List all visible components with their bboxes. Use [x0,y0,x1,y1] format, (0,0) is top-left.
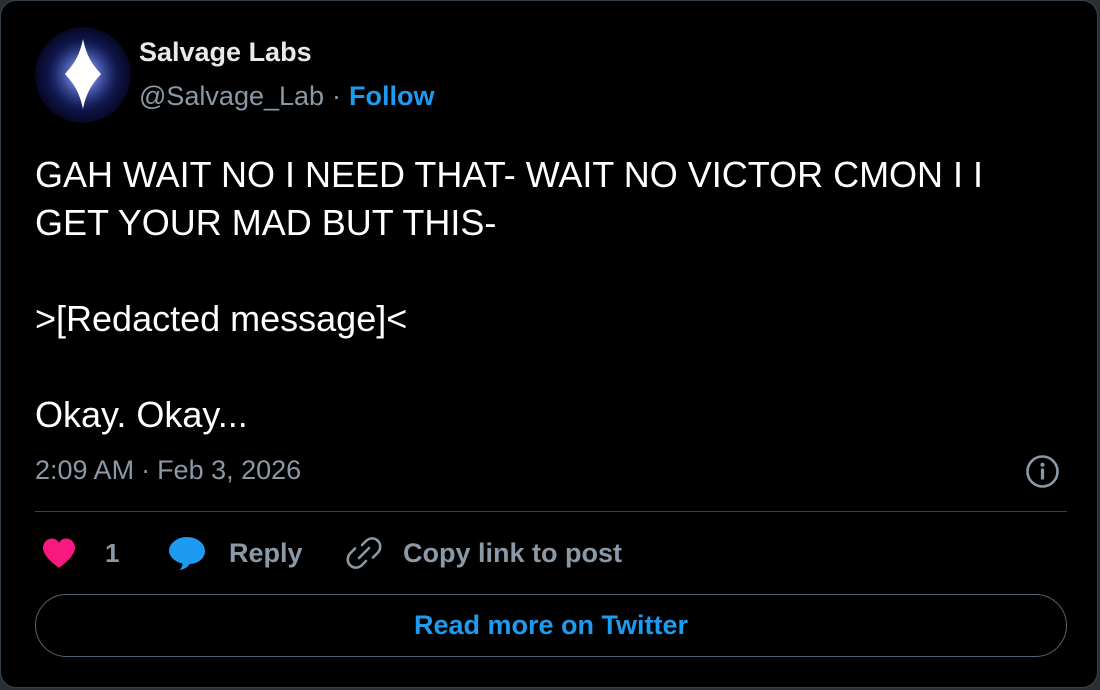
copy-link-label: Copy link to post [403,537,622,568]
tweet-line: GAH WAIT NO I NEED THAT- WAIT NO VICTOR … [35,154,984,243]
reply-label: Reply [229,537,303,568]
author-handle-row: @Salvage_Lab · Follow [139,81,435,112]
info-icon[interactable] [1025,454,1060,489]
link-icon [346,537,382,569]
read-more-button[interactable]: Read more on Twitter [35,594,1067,657]
like-button[interactable]: 1 [41,533,119,573]
author-name[interactable]: Salvage Labs [139,37,312,68]
like-count: 1 [105,537,120,568]
diamond-star-icon [35,27,131,123]
handle-separator: · [332,81,342,111]
divider [35,511,1067,512]
tweet-line: >[Redacted message]< [35,298,408,339]
tweet-embed-card: Salvage Labs @Salvage_Lab · Follow GAH W… [0,0,1098,688]
author-avatar[interactable] [35,27,131,123]
speech-bubble-icon [169,537,205,570]
tweet-line: Okay. Okay... [35,394,248,435]
tweet-date: Feb 3, 2026 [157,455,302,485]
tweet-time: 2:09 AM [35,455,135,485]
follow-button[interactable]: Follow [349,81,434,112]
tweet-timestamp[interactable]: 2:09 AM · Feb 3, 2026 [35,455,301,486]
copy-link-button[interactable]: Copy link to post [345,533,622,573]
reply-button[interactable]: Reply [167,533,303,573]
author-handle[interactable]: @Salvage_Lab [139,81,324,112]
timestamp-separator: · [141,455,151,485]
tweet-text: GAH WAIT NO I NEED THAT- WAIT NO VICTOR … [35,151,1065,439]
heart-icon [43,538,75,568]
